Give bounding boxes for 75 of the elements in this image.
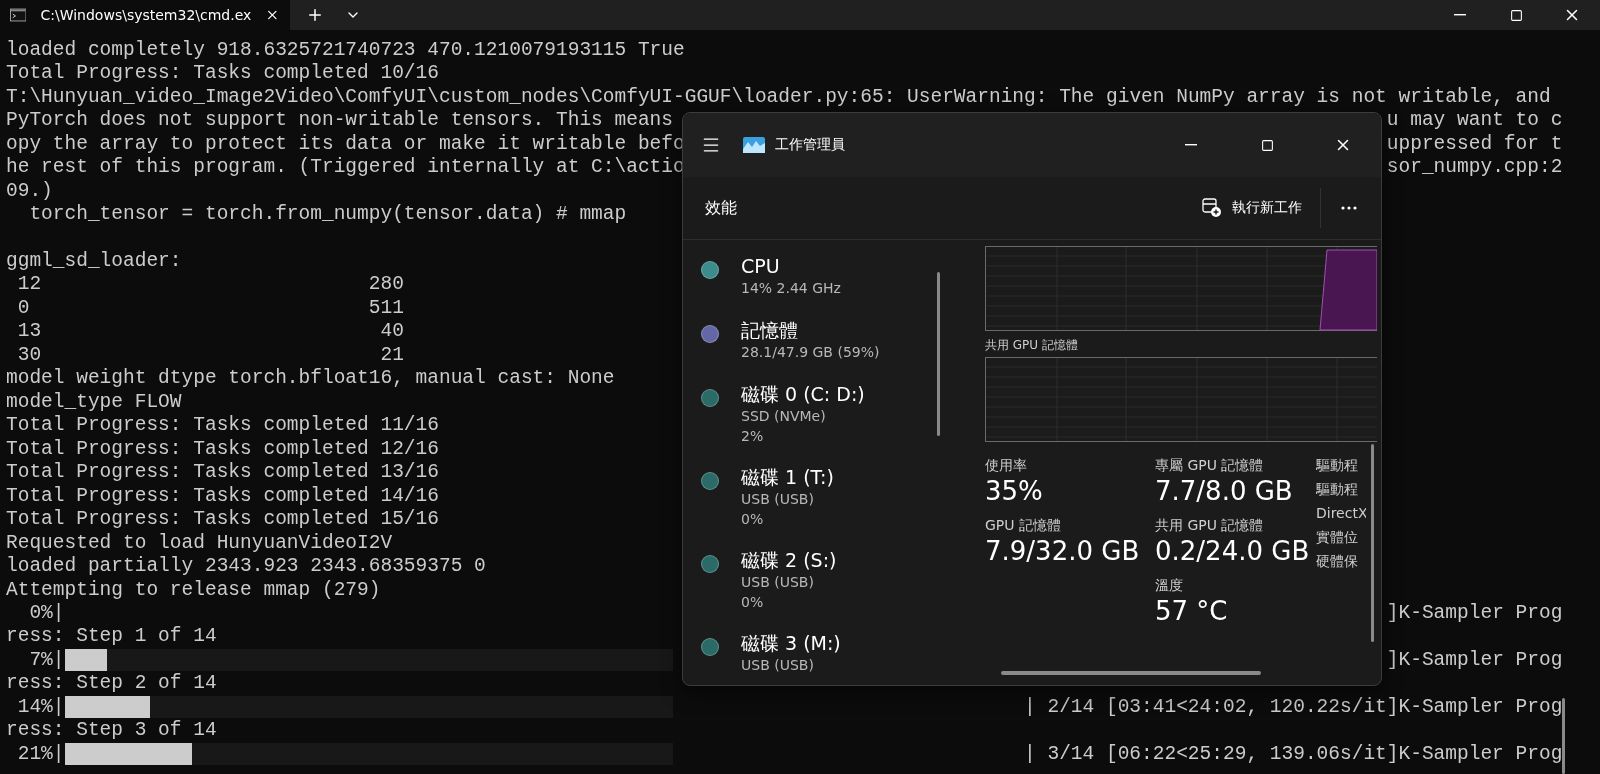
- device-item[interactable]: CPU 14% 2.44 GHz: [683, 254, 969, 318]
- terminal-line: Total Progress: Tasks completed 13/16: [6, 461, 439, 484]
- terminal-line: Total Progress: Tasks completed 10/16: [6, 62, 439, 85]
- scrollbar[interactable]: [1562, 698, 1565, 774]
- stat-value: 0.2/24.0 GB: [1155, 535, 1311, 568]
- stat-label: 專屬 GPU 記憶體: [1155, 456, 1265, 474]
- restore-icon: [1509, 8, 1523, 22]
- scrollbar[interactable]: [1001, 671, 1261, 675]
- terminal-line: Total Progress: Tasks completed 14/16: [6, 484, 439, 507]
- minimize-icon: [1185, 144, 1197, 146]
- plus-icon: [306, 6, 324, 24]
- progress-status: ]K-Sampler Prog: [1386, 648, 1563, 671]
- progress-status: | 3/14 [06:22<25:29, 139.06s/it]K-Sampler Prog: [1024, 742, 1563, 765]
- terminal-line: sor_numpy.cpp:2: [1386, 156, 1563, 179]
- run-new-task-button[interactable]: 執行新工作: [1192, 192, 1312, 224]
- stat-label: 使用率: [985, 456, 1028, 474]
- terminal-line: Total Progress: Tasks completed 12/16: [6, 437, 439, 460]
- more-icon: [1341, 206, 1357, 210]
- terminal-line: Attempting to release mmap (279): [6, 578, 381, 601]
- terminal-line: Requested to load HunyuanVideoI2V: [6, 531, 393, 554]
- terminal-line: loaded completely 918.6325721740723 470.1210079193115 True: [6, 38, 685, 61]
- terminal-line: 0 511: [16, 296, 404, 319]
- device-item[interactable]: 記憶體 28.1/47.9 GB (59%): [683, 318, 969, 382]
- terminal-line: T:\Hunyuan_video_Image2Video\ComfyUI\custom_nodes\ComfyUI-GGUF\loader.py:65: UserWarning: The given NumPy array is not writable, and: [6, 85, 1551, 108]
- terminal-line: ress: Step 2 of 14: [6, 672, 217, 695]
- progress-percent: 7%|: [28, 648, 65, 671]
- terminal-line: opy the array to protect its data or make it writable befo: [6, 132, 685, 155]
- terminal-line: Total Progress: Tasks completed 11/16: [6, 414, 439, 437]
- terminal-line: torch_tensor = torch.from_numpy(tensor.data) # mmap: [28, 203, 627, 225]
- minimize-icon: [1454, 14, 1466, 16]
- terminal-line: 09.): [6, 179, 53, 202]
- terminal-line: 12 280: [16, 273, 404, 296]
- stat-value: 35%: [985, 475, 1044, 508]
- terminal-line: ggml_sd_loader:: [6, 249, 182, 272]
- terminal-line: ress: Step 3 of 14: [6, 719, 217, 742]
- stat-label: 驅動程: [1316, 456, 1359, 474]
- device-item[interactable]: 磁碟 2 (S:) USB (USB) 0%: [683, 548, 969, 631]
- terminal-line: loaded partially 2343.923 2343.68359375 0: [6, 555, 486, 578]
- stat-value: 57 °C: [1155, 595, 1229, 628]
- terminal-icon: [10, 8, 27, 22]
- maximize-icon: [1260, 138, 1274, 152]
- terminal-line: 30 21: [16, 343, 404, 366]
- stat-label: 驅動程: [1316, 480, 1359, 498]
- device-item[interactable]: 磁碟 1 (T:) USB (USB) 0%: [683, 465, 969, 548]
- device-item[interactable]: 磁碟 3 (M:) USB (USB): [683, 631, 969, 685]
- terminal-line: 13 40: [16, 320, 404, 343]
- terminal-line: ress: Step 1 of 14: [6, 625, 217, 648]
- scrollbar[interactable]: [937, 272, 940, 436]
- app-icon: [743, 137, 765, 153]
- terminal-line: model weight dtype torch.bfloat16, manual cast: None: [6, 367, 615, 390]
- graph-label: 共用 GPU 記憶體: [985, 337, 1079, 351]
- stat-label: 實體位: [1316, 528, 1359, 546]
- stat-label: GPU 記憶體: [985, 516, 1062, 534]
- terminal-line: model_type FLOW: [6, 390, 182, 413]
- progress-percent: 0%|: [28, 602, 65, 624]
- device-item[interactable]: 磁碟 0 (C: D:) SSD (NVMe) 2%: [683, 382, 969, 465]
- terminal-line: Total Progress: Tasks completed 15/16: [6, 508, 439, 531]
- scrollbar[interactable]: [1371, 444, 1374, 642]
- window-title: 工作管理員: [775, 136, 845, 154]
- progress-percent: 14%|: [16, 695, 65, 718]
- terminal-tab[interactable]: C:\Windows\system32\cmd.ex: [0, 0, 290, 30]
- terminal-line: PyTorch does not support non-writable tensors. This means: [6, 109, 673, 132]
- page-title: 效能: [705, 197, 737, 219]
- terminal-line: u may want to c: [1386, 109, 1563, 132]
- stat-label: 共用 GPU 記憶體: [1155, 516, 1265, 534]
- terminal-line: uppressed for t: [1386, 132, 1563, 155]
- stat-label: 溫度: [1155, 576, 1184, 594]
- stat-label: 硬體保: [1316, 552, 1359, 570]
- new-task-icon: [1202, 198, 1222, 218]
- stat-value: 7.9/32.0 GB: [985, 535, 1141, 568]
- progress-status: ]K-Sampler Prog: [1386, 602, 1563, 624]
- progress-status: | 2/14 [03:41<24:02, 120.22s/it]K-Sampler Prog: [1024, 695, 1563, 718]
- terminal-line: he rest of this program. (Triggered internally at C:\actio: [6, 156, 685, 179]
- stat-value: 7.7/8.0 GB: [1155, 475, 1294, 508]
- progress-percent: 21%|: [16, 742, 65, 765]
